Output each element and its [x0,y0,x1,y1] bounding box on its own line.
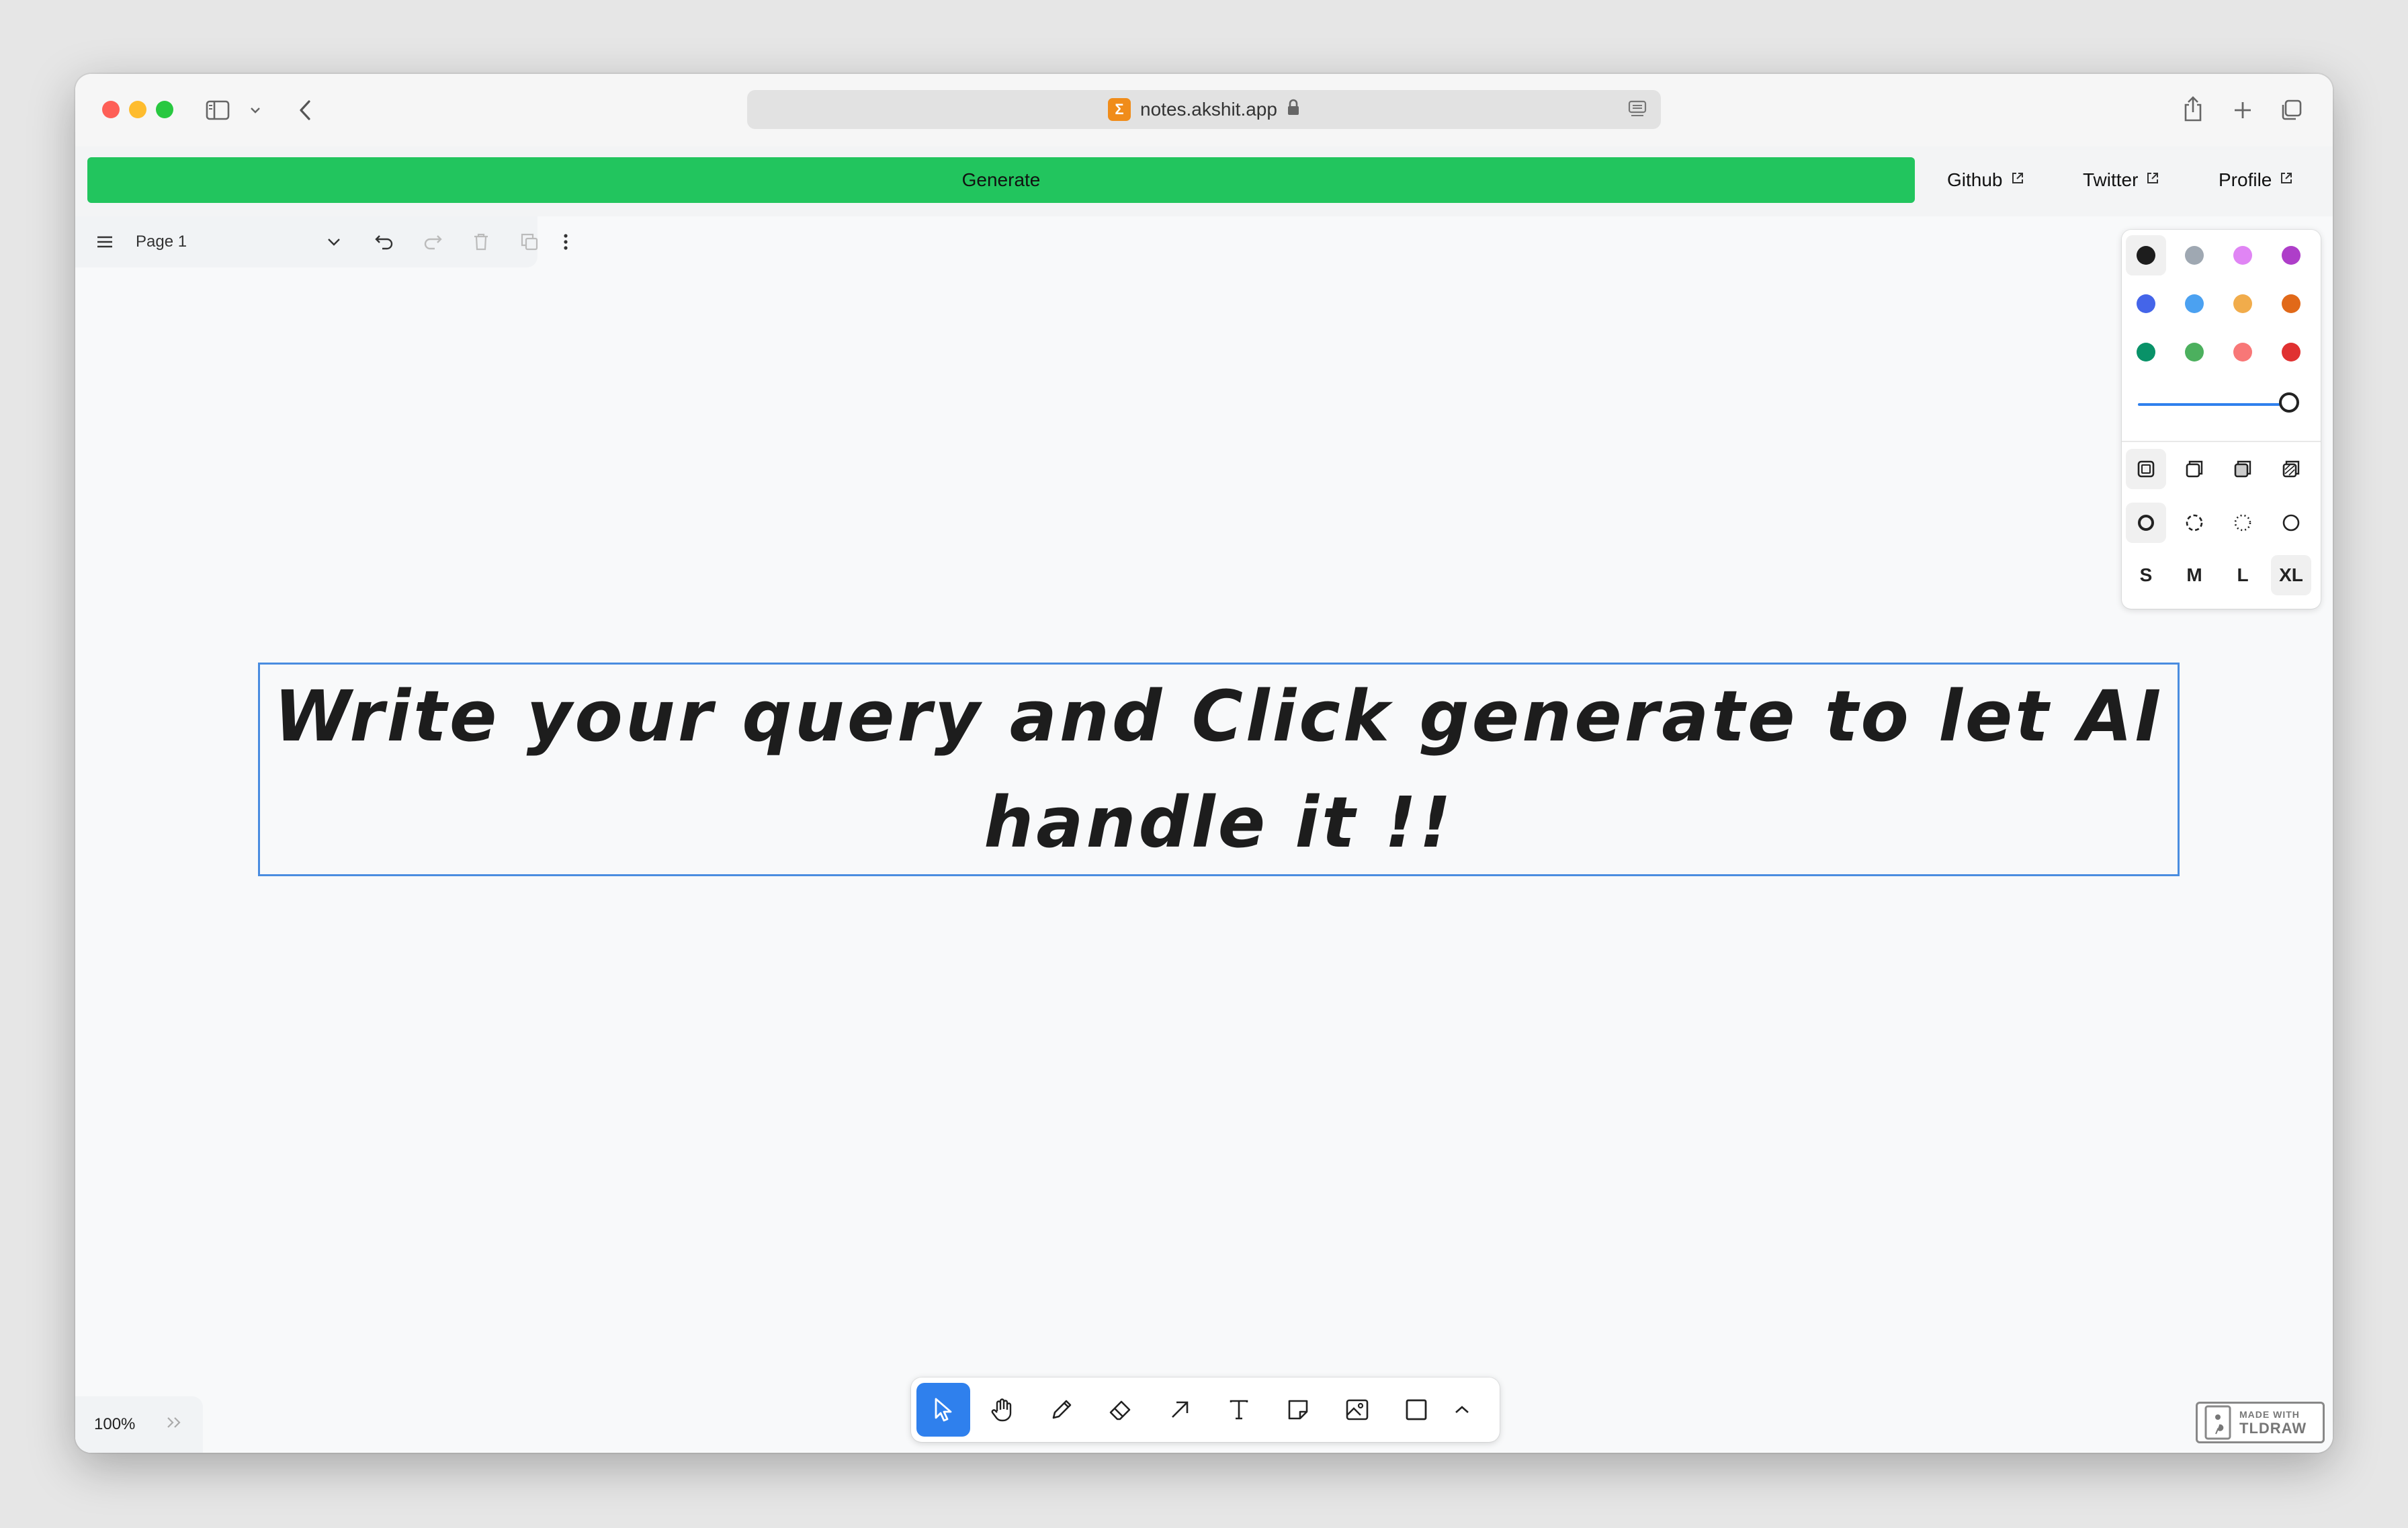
color-swatch-dot [2137,343,2155,362]
color-swatch[interactable] [2223,235,2263,275]
duplicate-icon[interactable] [509,216,550,267]
fill-solid-icon[interactable] [2223,449,2263,489]
github-link[interactable]: Github [1947,157,2024,203]
zoom-level: 100% [94,1415,136,1433]
url-bar[interactable]: Σ notes.akshit.app [747,90,1661,129]
size-m-button[interactable]: M [2174,555,2214,595]
color-swatch[interactable] [2126,284,2166,324]
expand-minimap-icon[interactable] [166,1415,183,1434]
opacity-slider-thumb[interactable] [2279,392,2299,413]
profile-link[interactable]: Profile [2219,157,2293,203]
more-options-icon[interactable] [546,216,586,267]
color-swatch-dot [2282,246,2300,265]
note-icon[interactable] [1271,1383,1325,1437]
tool-toolbar [911,1377,1500,1442]
color-swatch[interactable] [2271,235,2311,275]
chevron-up-icon[interactable] [1440,1383,1484,1437]
color-swatch[interactable] [2126,332,2166,372]
main-menu-icon[interactable] [85,216,125,267]
github-link-label: Github [1947,169,2003,190]
url-text: notes.akshit.app [1140,99,1277,120]
lock-icon [1287,99,1300,121]
color-swatch[interactable] [2271,332,2311,372]
style-panel: S M L XL [2122,230,2321,609]
size-s-button[interactable]: S [2126,555,2166,595]
color-swatch[interactable] [2271,284,2311,324]
site-favicon-icon: Σ [1108,98,1131,121]
zoom-menu[interactable]: 100% [75,1396,203,1453]
watermark-line1: MADE WITH [2239,1408,2300,1420]
close-window-button[interactable] [102,101,120,118]
chevron-down-icon[interactable] [317,216,351,267]
sidebar-icon[interactable] [204,97,231,124]
page-selector[interactable]: Page 1 [136,216,270,267]
new-tab-icon[interactable] [2229,97,2256,124]
size-xl-button[interactable]: XL [2271,555,2311,595]
redo-icon[interactable] [413,216,453,267]
color-swatch[interactable] [2223,332,2263,372]
profile-link-label: Profile [2219,169,2272,190]
page-name: Page 1 [136,232,187,251]
draw-icon[interactable] [1035,1383,1088,1437]
tab-overview-icon[interactable] [2278,97,2305,124]
share-icon[interactable] [2180,94,2206,124]
rectangle-icon[interactable] [1389,1383,1443,1437]
panel-divider [2122,441,2321,442]
color-swatch-dot [2137,294,2155,313]
dash-solid-icon[interactable] [2271,503,2311,543]
maximize-window-button[interactable] [156,101,173,118]
browser-window: Σ notes.akshit.app Generate Github Twitt… [75,74,2333,1453]
twitter-link-label: Twitter [2083,169,2139,190]
dash-draw-icon[interactable] [2126,503,2166,543]
twitter-link[interactable]: Twitter [2083,157,2159,203]
color-swatch-dot [2233,294,2252,313]
trash-icon[interactable] [461,216,501,267]
fill-semi-icon[interactable] [2174,449,2214,489]
color-swatch[interactable] [2223,284,2263,324]
text-shape[interactable]: Write your query and Click generate to l… [258,663,2180,876]
tldraw-watermark[interactable]: MADE WITH TLDRAW [2196,1402,2325,1443]
opacity-slider-track[interactable] [2138,403,2291,406]
generate-button[interactable]: Generate [87,157,1915,203]
select-icon[interactable] [916,1383,970,1437]
color-swatch-dot [2233,246,2252,265]
size-l-button[interactable]: L [2223,555,2263,595]
external-link-icon [2280,171,2293,189]
minimize-window-button[interactable] [129,101,146,118]
tldraw-logo-icon [2204,1405,2231,1440]
page-menu: Page 1 [75,216,538,267]
color-swatch[interactable] [2174,332,2214,372]
text-icon[interactable] [1212,1383,1266,1437]
watermark-line2: TLDRAW [2239,1419,2307,1437]
color-swatch-dot [2233,343,2252,362]
back-icon[interactable] [292,97,318,124]
color-swatch-dot [2185,343,2204,362]
browser-titlebar: Σ notes.akshit.app [75,74,2333,146]
fill-none-icon[interactable] [2126,449,2166,489]
color-swatch-dot [2185,246,2204,265]
color-swatch-dot [2137,246,2155,265]
fill-pattern-icon[interactable] [2271,449,2311,489]
color-swatch[interactable] [2126,235,2166,275]
color-swatch[interactable] [2174,235,2214,275]
eraser-icon[interactable] [1094,1383,1148,1437]
reader-icon[interactable] [1627,99,1647,123]
color-swatch-dot [2282,343,2300,362]
dash-dashed-icon[interactable] [2174,503,2214,543]
dash-dotted-icon[interactable] [2223,503,2263,543]
external-link-icon [2011,171,2024,189]
image-icon[interactable] [1330,1383,1384,1437]
external-link-icon [2146,171,2159,189]
color-swatch-dot [2185,294,2204,313]
hand-icon[interactable] [976,1383,1029,1437]
arrow-icon[interactable] [1153,1383,1207,1437]
color-swatch-dot [2282,294,2300,313]
chevron-down-icon[interactable] [247,101,263,120]
undo-icon[interactable] [364,216,404,267]
text-shape-content: Write your query and Click generate to l… [273,675,2164,863]
color-swatch[interactable] [2174,284,2214,324]
